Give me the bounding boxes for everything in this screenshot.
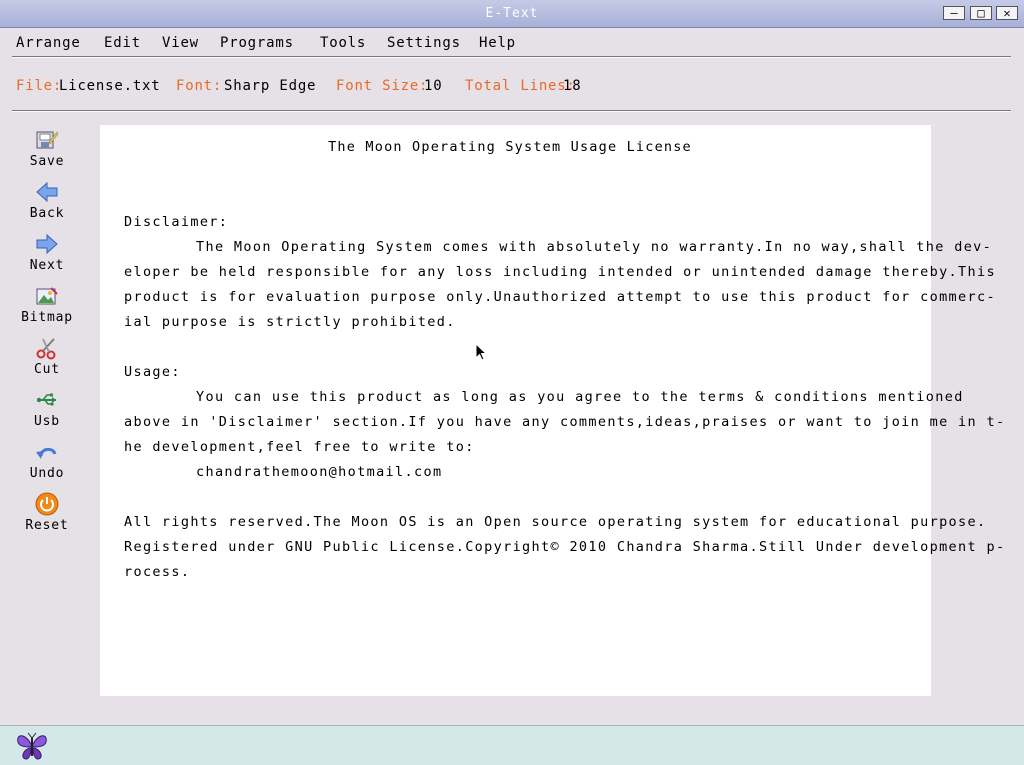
document-line: product is for evaluation purpose only.U… [124, 289, 996, 305]
document-view[interactable]: The Moon Operating System Usage License … [100, 125, 1004, 696]
document-line: above in 'Disclaimer' section.If you hav… [124, 414, 1006, 430]
power-icon [35, 492, 59, 516]
bitmap-icon [36, 287, 58, 305]
usb-button[interactable]: Usb [14, 384, 80, 434]
menu-bar: Arrange Edit View Programs Tools Setting… [0, 27, 1024, 57]
close-button[interactable]: ✕ [996, 6, 1018, 20]
next-label: Next [29, 258, 65, 273]
minimize-icon: – [950, 6, 958, 20]
maximize-icon: □ [977, 6, 985, 20]
document-heading: The Moon Operating System Usage License [328, 139, 692, 155]
taskbar [0, 725, 1024, 765]
file-info-bar: File: License.txt Font: Sharp Edge Font … [0, 76, 1024, 98]
total-lines-label: Total Lines: [465, 78, 576, 94]
file-label: File: [16, 78, 63, 94]
bitmap-label: Bitmap [21, 310, 73, 325]
reset-label: Reset [25, 518, 69, 533]
document-line: The Moon Operating System comes with abs… [196, 239, 993, 255]
menu-divider [12, 56, 1011, 58]
font-label: Font: [176, 78, 223, 94]
title-bar: E-Text – □ ✕ [0, 0, 1024, 28]
font-name: Sharp Edge [224, 78, 317, 94]
document-line: chandrathemoon@hotmail.com [196, 464, 443, 480]
font-size-value: 10 [424, 78, 443, 94]
document-line: he development,feel free to write to: [124, 439, 475, 455]
close-icon: ✕ [1003, 6, 1011, 20]
menu-tools[interactable]: Tools [320, 35, 366, 51]
save-button[interactable]: Save [14, 124, 80, 174]
document-line: All rights reserved.The Moon OS is an Op… [124, 514, 987, 530]
document-line: eloper be held responsible for any loss … [124, 264, 996, 280]
cut-label: Cut [34, 362, 60, 377]
mouse-pointer-icon [475, 343, 487, 361]
font-size-label: Font Size: [336, 78, 429, 94]
menu-programs[interactable]: Programs [220, 35, 294, 51]
undo-label: Undo [29, 466, 65, 481]
document-line: Usage: [124, 364, 181, 380]
info-divider [12, 110, 1011, 112]
document-line: Registered under GNU Public License.Copy… [124, 539, 1006, 555]
document-line: rocess. [124, 564, 191, 580]
file-name: License.txt [59, 78, 161, 94]
undo-button[interactable]: Undo [14, 436, 80, 486]
save-label: Save [29, 154, 65, 169]
usb-label: Usb [34, 414, 60, 429]
butterfly-start-icon[interactable] [15, 730, 49, 762]
window-title: E-Text [485, 6, 539, 21]
document-line: You can use this product as long as you … [196, 389, 964, 405]
bitmap-button[interactable]: Bitmap [14, 280, 80, 330]
menu-help[interactable]: Help [479, 35, 516, 51]
document-line: ial purpose is strictly prohibited. [124, 314, 456, 330]
next-arrow-icon [36, 233, 58, 255]
usb-icon [36, 393, 56, 406]
undo-icon [36, 447, 57, 459]
next-button[interactable]: Next [14, 228, 80, 278]
reset-button[interactable]: Reset [14, 488, 80, 538]
back-label: Back [29, 206, 65, 221]
menu-arrange[interactable]: Arrange [16, 35, 81, 51]
cut-button[interactable]: Cut [14, 332, 80, 382]
scissors-icon [36, 338, 56, 360]
minimize-button[interactable]: – [943, 6, 965, 20]
back-arrow-icon [36, 181, 58, 203]
save-icon [36, 131, 59, 149]
document-line: Disclaimer: [124, 214, 229, 230]
maximize-button[interactable]: □ [970, 6, 992, 20]
menu-settings[interactable]: Settings [387, 35, 461, 51]
total-lines-value: 18 [563, 78, 582, 94]
menu-edit[interactable]: Edit [104, 35, 141, 51]
menu-view[interactable]: View [162, 35, 199, 51]
back-button[interactable]: Back [14, 176, 80, 226]
